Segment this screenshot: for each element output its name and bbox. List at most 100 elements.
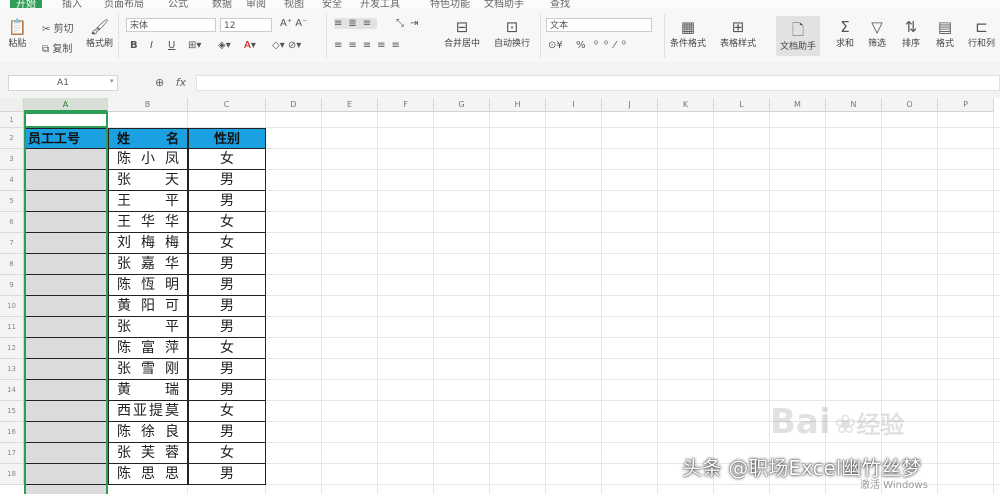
- menu-tab[interactable]: 页面布局: [104, 0, 144, 8]
- gender-cell[interactable]: 女: [188, 212, 266, 233]
- conditional-format-button[interactable]: ▦ 条件格式: [670, 18, 706, 49]
- menu-tab[interactable]: 查找: [550, 0, 570, 8]
- paste-button[interactable]: 📋 粘贴: [8, 18, 27, 49]
- formula-input[interactable]: [196, 75, 1000, 91]
- row-header[interactable]: 3: [0, 149, 24, 170]
- menu-tab[interactable]: 特色功能: [430, 0, 470, 8]
- table-style-button[interactable]: ⊞ 表格样式: [720, 18, 756, 49]
- row-header[interactable]: 6: [0, 212, 24, 233]
- zoom-icon[interactable]: ⊕: [155, 76, 164, 89]
- employee-id-cell[interactable]: [24, 380, 108, 401]
- rows-cols-button[interactable]: ⊏ 行和列: [968, 18, 995, 49]
- wrap-text-button[interactable]: ⊡ 自动换行: [494, 18, 530, 49]
- gender-cell[interactable]: 男: [188, 254, 266, 275]
- currency-button[interactable]: ⊙¥: [548, 40, 563, 51]
- name-cell[interactable]: 陈恆明: [108, 275, 188, 296]
- name-cell[interactable]: 张芙蓉: [108, 443, 188, 464]
- name-cell[interactable]: 陈富萍: [108, 338, 188, 359]
- row-header[interactable]: 7: [0, 233, 24, 254]
- row-header[interactable]: 10: [0, 296, 24, 317]
- menu-tab[interactable]: 视图: [284, 0, 304, 8]
- column-header[interactable]: A: [24, 98, 108, 112]
- menu-tab[interactable]: 开始: [10, 0, 42, 8]
- column-header[interactable]: N: [826, 98, 882, 112]
- row-header[interactable]: 17: [0, 443, 24, 464]
- row-header[interactable]: 1: [0, 112, 24, 128]
- gender-cell[interactable]: 女: [188, 338, 266, 359]
- name-cell[interactable]: 西亚提莫: [108, 401, 188, 422]
- name-box[interactable]: A1: [8, 75, 118, 91]
- gender-cell[interactable]: 男: [188, 296, 266, 317]
- gender-cell[interactable]: 男: [188, 422, 266, 443]
- name-cell[interactable]: 刘梅梅: [108, 233, 188, 254]
- employee-id-cell[interactable]: [24, 317, 108, 338]
- column-header[interactable]: D: [266, 98, 322, 112]
- menu-tab[interactable]: 安全: [322, 0, 342, 8]
- name-cell[interactable]: 陈徐良: [108, 422, 188, 443]
- gender-cell[interactable]: 男: [188, 275, 266, 296]
- employee-id-cell[interactable]: [24, 212, 108, 233]
- name-cell[interactable]: 张雪刚: [108, 359, 188, 380]
- employee-id-cell[interactable]: [24, 254, 108, 275]
- column-header[interactable]: G: [434, 98, 490, 112]
- menu-tab[interactable]: 数据: [212, 0, 232, 8]
- percent-button[interactable]: %: [576, 40, 586, 51]
- name-cell[interactable]: 张平: [108, 317, 188, 338]
- menu-tab[interactable]: 公式: [168, 0, 188, 8]
- fill-color-icon[interactable]: ◈▾: [218, 40, 231, 51]
- fx-icon[interactable]: fx: [176, 76, 186, 89]
- gender-cell[interactable]: 男: [188, 380, 266, 401]
- employee-id-cell[interactable]: [24, 191, 108, 212]
- format-button[interactable]: ▤ 格式: [936, 18, 954, 49]
- copy-button[interactable]: ⧉ 复制: [42, 40, 72, 55]
- gender-cell[interactable]: 女: [188, 233, 266, 254]
- gender-cell[interactable]: 男: [188, 191, 266, 212]
- header-name[interactable]: 姓名: [108, 128, 188, 149]
- convert-button[interactable]: 🗋 文档助手: [776, 16, 820, 56]
- underline-button[interactable]: U: [168, 40, 175, 51]
- column-header[interactable]: C: [188, 98, 266, 112]
- name-cell[interactable]: 王平: [108, 191, 188, 212]
- employee-id-cell[interactable]: [24, 464, 108, 485]
- employee-id-cell[interactable]: [24, 359, 108, 380]
- gender-cell[interactable]: 女: [188, 149, 266, 170]
- name-cell[interactable]: 王华华: [108, 212, 188, 233]
- employee-id-cell[interactable]: [24, 149, 108, 170]
- employee-id-cell[interactable]: [24, 170, 108, 191]
- row-header[interactable]: 9: [0, 275, 24, 296]
- row-header[interactable]: 16: [0, 422, 24, 443]
- header-gender[interactable]: 性别: [188, 128, 266, 149]
- active-cell-a1[interactable]: [24, 112, 108, 128]
- employee-id-cell[interactable]: [24, 275, 108, 296]
- font-grow-icon[interactable]: A⁺ A⁻: [280, 18, 307, 29]
- column-header[interactable]: O: [882, 98, 938, 112]
- menu-tab[interactable]: 插入: [62, 0, 82, 8]
- font-color-icon[interactable]: A▾: [244, 40, 256, 51]
- border-icon[interactable]: ⊞▾: [188, 40, 201, 51]
- row-header[interactable]: 2: [0, 128, 24, 149]
- gender-cell[interactable]: 女: [188, 443, 266, 464]
- row-header[interactable]: 18: [0, 464, 24, 485]
- cut-button[interactable]: ✂ 剪切: [42, 20, 74, 35]
- column-header[interactable]: B: [108, 98, 188, 112]
- gender-cell[interactable]: 男: [188, 317, 266, 338]
- row-header[interactable]: 5: [0, 191, 24, 212]
- row-header[interactable]: 15: [0, 401, 24, 422]
- column-header[interactable]: M: [770, 98, 826, 112]
- orientation-icons[interactable]: ⤡⇥: [396, 18, 424, 29]
- row-header[interactable]: 4: [0, 170, 24, 191]
- column-header[interactable]: L: [714, 98, 770, 112]
- row-header[interactable]: 12: [0, 338, 24, 359]
- filter-button[interactable]: ▽ 筛选: [868, 18, 886, 49]
- column-header[interactable]: K: [658, 98, 714, 112]
- row-header[interactable]: 14: [0, 380, 24, 401]
- italic-button[interactable]: I: [150, 40, 153, 51]
- decimal-icons[interactable]: ⁰⁰⁄⁰: [594, 40, 632, 51]
- column-header[interactable]: J: [602, 98, 658, 112]
- align-top-icons[interactable]: ≡≣≡: [334, 18, 378, 29]
- column-header[interactable]: E: [322, 98, 378, 112]
- clear-format-icon[interactable]: ◇▾ ⊘▾: [272, 40, 301, 51]
- chevron-down-icon[interactable]: ▾: [110, 77, 114, 85]
- name-cell[interactable]: 张嘉华: [108, 254, 188, 275]
- header-employee-id[interactable]: 员工工号: [24, 128, 108, 149]
